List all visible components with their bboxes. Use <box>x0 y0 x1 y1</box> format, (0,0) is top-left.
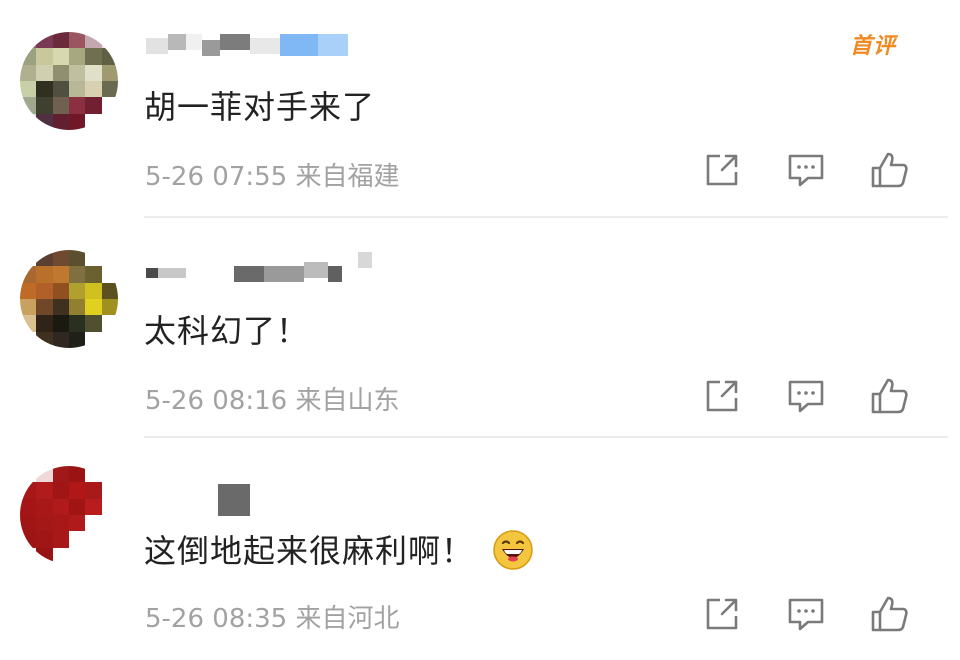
like-icon[interactable] <box>868 374 912 418</box>
comment-icon[interactable] <box>784 592 828 636</box>
comment-location: 来自福建 <box>295 162 400 192</box>
avatar[interactable] <box>20 32 118 130</box>
comment-item: 这倒地起来很麻利啊！ 5-26 08:35 来自河北 <box>0 440 960 660</box>
first-comment-badge: 首评 <box>850 34 897 59</box>
share-icon[interactable] <box>700 148 744 192</box>
divider <box>144 216 948 218</box>
like-icon[interactable] <box>868 148 912 192</box>
comment-time: 5-26 08:16 <box>145 386 288 416</box>
comment-text: 这倒地起来很麻利啊！ <box>144 526 534 574</box>
divider <box>144 436 948 438</box>
comment-location: 来自山东 <box>295 386 400 416</box>
avatar[interactable] <box>20 250 118 348</box>
comment-item: 首评 胡一菲对手来了 5-26 07:55 来自福建 <box>0 0 960 220</box>
comment-meta: 5-26 07:55 来自福建 <box>145 156 399 193</box>
like-icon[interactable] <box>868 592 912 636</box>
comment-text: 胡一菲对手来了 <box>144 88 376 126</box>
share-icon[interactable] <box>700 374 744 418</box>
username-blurred[interactable] <box>146 252 372 292</box>
username-blurred[interactable] <box>218 484 250 516</box>
comment-location: 来自河北 <box>295 604 400 634</box>
comment-icon[interactable] <box>784 148 828 192</box>
avatar[interactable] <box>20 466 118 564</box>
comment-item: 太科幻了！ 5-26 08:16 来自山东 <box>0 220 960 440</box>
comment-time: 5-26 08:35 <box>145 604 288 634</box>
comment-time: 5-26 07:55 <box>145 162 288 192</box>
comment-icon[interactable] <box>784 374 828 418</box>
comment-text: 太科幻了！ <box>144 312 310 350</box>
comment-meta: 5-26 08:16 来自山东 <box>145 380 399 417</box>
share-icon[interactable] <box>700 592 744 636</box>
comment-meta: 5-26 08:35 来自河北 <box>145 598 399 635</box>
username-blurred[interactable] <box>146 34 348 66</box>
comment-text-content: 这倒地起来很麻利啊！ <box>144 532 475 570</box>
grinning-face-emoji <box>492 529 534 571</box>
